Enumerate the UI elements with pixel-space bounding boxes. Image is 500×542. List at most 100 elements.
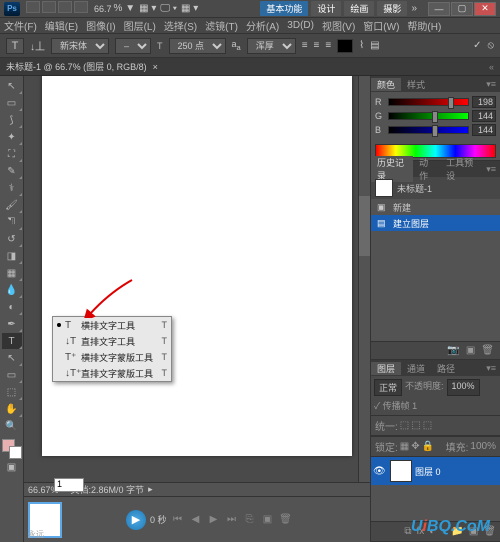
quick-mask-toggle[interactable]: ▣ [2,459,22,475]
cancel-icon[interactable]: ⦸ [487,40,494,51]
blur-tool[interactable]: 💧 [2,282,22,298]
clone-stamp-tool[interactable]: ⛠ [2,214,22,230]
menu-window[interactable]: 窗口(W) [363,18,399,33]
history-brush-tool[interactable]: ↺ [2,231,22,247]
minimize-button[interactable]: — [428,2,450,16]
doc-close-icon[interactable]: × [153,62,158,72]
layer-visibility-icon[interactable]: 👁 [373,466,387,477]
menu-3d[interactable]: 3D(D) [287,20,314,31]
antialias-select[interactable]: 浑厚 [247,38,296,54]
workspace-tab-paint[interactable]: 绘画 [344,1,374,16]
g-value[interactable]: 144 [472,110,496,122]
b-slider[interactable] [388,126,469,134]
menu-help[interactable]: 帮助(H) [407,18,441,33]
magic-wand-tool[interactable]: ✦ [2,129,22,145]
timeline-first-icon[interactable]: ⏮ [171,513,185,527]
background-color[interactable] [9,446,22,459]
g-slider[interactable] [388,112,469,120]
workspace-tab-expand[interactable]: » [411,3,417,14]
lock-pixels-icon[interactable]: ▦ [400,441,409,452]
forever-label[interactable]: 永远 [28,529,44,540]
panel-menu-icon[interactable]: ▾≡ [482,79,500,90]
play-button[interactable]: ▶ [126,510,146,530]
menu-file[interactable]: 文件(F) [4,18,37,33]
flyout-vertical-type-mask[interactable]: ↓T⁺直排文字蒙版工具T [53,365,171,381]
current-tool-icon[interactable]: T [6,38,24,54]
panel-menu-icon[interactable]: ▾≡ [482,363,500,374]
lasso-tool[interactable]: ⟆ [2,112,22,128]
layer-name[interactable]: 图层 0 [415,465,441,478]
tool-preset-tab[interactable]: 工具预设 [440,156,482,182]
menu-layer[interactable]: 图层(L) [124,18,156,33]
text-color-swatch[interactable] [337,39,353,53]
timeline-new-icon[interactable]: ▣ [261,513,275,527]
b-value[interactable]: 144 [472,124,496,136]
path-select-tool[interactable]: ↖ [2,350,22,366]
opacity-input[interactable]: 100% [447,379,480,396]
fill-input[interactable]: 100% [470,441,496,452]
commit-icon[interactable]: ✓ [473,40,481,51]
vertical-scrollbar[interactable] [358,76,370,482]
menu-filter[interactable]: 滤镜(T) [205,18,238,33]
marquee-tool[interactable]: ▭ [2,95,22,111]
history-step-create-layer[interactable]: ▤建立图层 [371,215,500,231]
3d-tool[interactable]: ⬚ [2,384,22,400]
zoom-tool[interactable]: 🔍 [2,418,22,434]
align-right-icon[interactable]: ≡ [325,40,331,51]
history-step-new[interactable]: ▣新建 [371,199,500,215]
layers-tab[interactable]: 图层 [371,362,401,375]
paths-tab[interactable]: 路径 [431,362,461,375]
lock-position-icon[interactable]: ✥ [411,441,419,452]
warp-text-icon[interactable]: ⌇ [359,40,364,51]
unify-icon-1[interactable]: ⬚ [400,420,409,431]
timeline-trash-icon[interactable]: 🗑 [279,513,293,527]
close-button[interactable]: ✕ [474,2,496,16]
gradient-tool[interactable]: ▦ [2,265,22,281]
menu-select[interactable]: 选择(S) [164,18,197,33]
workspace-tab-design[interactable]: 设计 [311,1,341,16]
align-center-icon[interactable]: ≡ [314,40,320,51]
flyout-horizontal-type-mask[interactable]: T⁺横排文字蒙版工具T [53,349,171,365]
layer-row-0[interactable]: 👁 图层 0 [371,457,500,485]
menu-edit[interactable]: 编辑(E) [45,18,78,33]
titlebar-zoom[interactable]: 66.7 [94,4,112,14]
hand-tool[interactable]: ✋ [2,401,22,417]
r-value[interactable]: 198 [472,96,496,108]
menu-view[interactable]: 视图(V) [322,18,355,33]
eyedropper-tool[interactable]: ✎ [2,163,22,179]
font-style-select[interactable]: – [115,38,151,54]
swatches-tab[interactable]: 样式 [401,78,431,91]
layer-thumbnail[interactable] [390,460,412,482]
flyout-horizontal-type[interactable]: T横排文字工具T [53,317,171,333]
menu-analysis[interactable]: 分析(A) [246,18,279,33]
history-new-icon[interactable]: ▣ [466,345,475,356]
workspace-tab-photo[interactable]: 摄影 [377,1,407,16]
actions-tab[interactable]: 动作 [413,156,440,182]
unify-icon-3[interactable]: ⬚ [423,420,432,431]
crop-tool[interactable]: ⛶ [2,146,22,162]
timeline-last-icon[interactable]: ⏭ [225,513,239,527]
pen-tool[interactable]: ✒ [2,316,22,332]
move-tool[interactable]: ↖ [2,78,22,94]
shape-tool[interactable]: ▭ [2,367,22,383]
dodge-tool[interactable]: ◐ [2,299,22,315]
char-panel-icon[interactable]: ▤ [370,40,379,51]
history-trash-icon[interactable]: 🗑 [481,345,494,356]
workspace-tab-basic[interactable]: 基本功能 [260,1,308,16]
font-size-select[interactable]: 250 点 [169,38,226,54]
panel-menu-icon[interactable]: ▾≡ [482,164,500,175]
document-canvas[interactable] [42,76,352,456]
unify-icon-2[interactable]: ⬚ [411,420,420,431]
color-tab[interactable]: 颜色 [371,78,401,91]
color-swatches[interactable] [2,439,22,459]
channels-tab[interactable]: 通道 [401,362,431,375]
document-tab[interactable]: 未标题-1 @ 66.7% (图层 0, RGB/8) × « [0,58,500,76]
healing-brush-tool[interactable]: ⚕ [2,180,22,196]
blend-mode-select[interactable]: 正常 [374,379,402,396]
brush-tool[interactable]: 🖌 [2,197,22,213]
font-family-select[interactable]: 新宋体 [51,38,109,54]
type-tool[interactable]: T [2,333,22,349]
lock-all-icon[interactable]: 🔒 [422,441,434,452]
timeline-next-icon[interactable]: ▶ [207,513,221,527]
timeline-copy-icon[interactable]: ⎘ [243,513,257,527]
